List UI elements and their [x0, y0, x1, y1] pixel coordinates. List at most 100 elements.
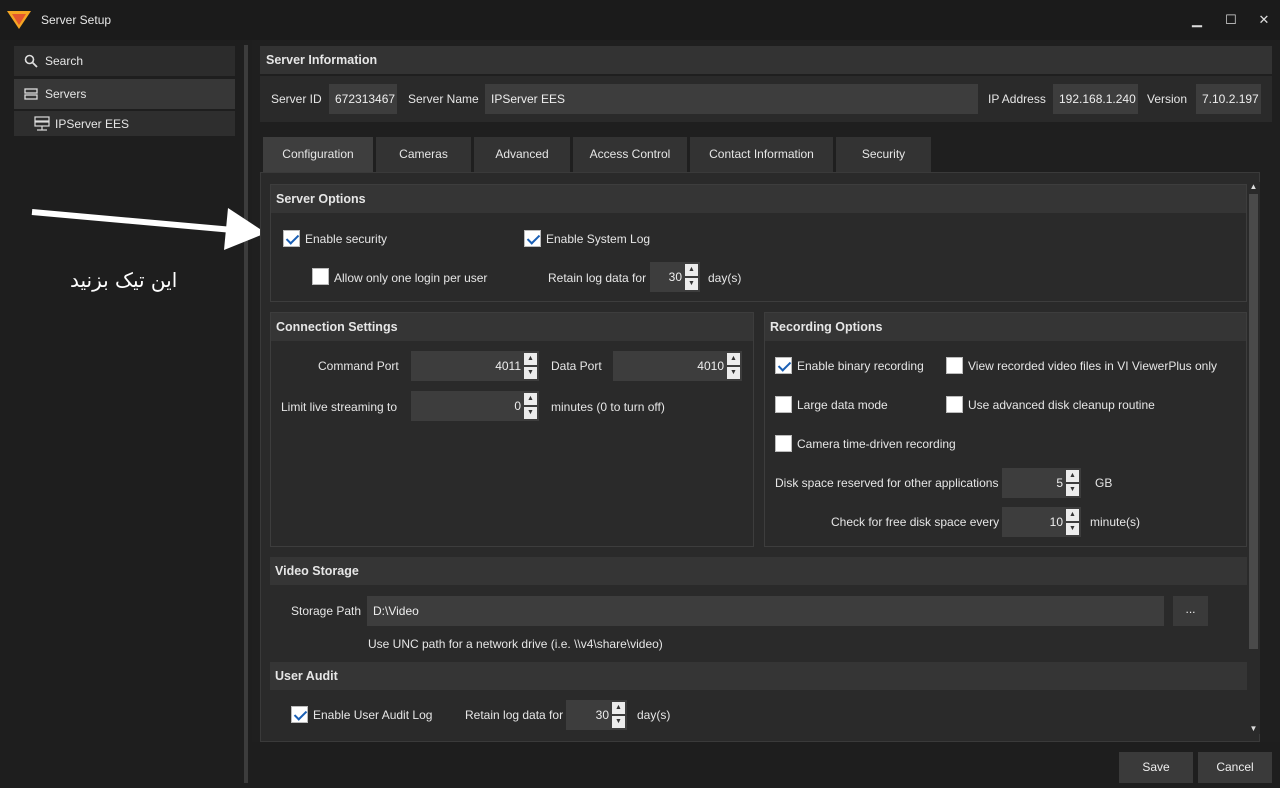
spin-up-icon[interactable]: ▲ — [524, 353, 537, 365]
title-bar: Server Setup ▁ ☐ ✕ — [0, 0, 1280, 40]
storage-path-label: Storage Path — [291, 604, 362, 618]
spin-down-icon[interactable]: ▼ — [727, 367, 740, 379]
audit-retain-stepper[interactable]: 30 ▲ ▼ — [566, 700, 627, 730]
sidebar-scrollbar[interactable] — [244, 45, 248, 783]
binary-recording-checkbox[interactable] — [775, 357, 792, 374]
retain-log-stepper[interactable]: 30 ▲ ▼ — [650, 262, 700, 292]
limit-streaming-label: Limit live streaming to — [281, 400, 398, 414]
sidebar-item-servers[interactable]: Servers — [14, 79, 235, 109]
recording-options-heading: Recording Options — [770, 320, 883, 334]
enable-security-label: Enable security — [305, 232, 388, 246]
server-name-label: Server Name — [408, 92, 479, 106]
enable-system-log-checkbox[interactable] — [524, 230, 541, 247]
enable-system-log-label: Enable System Log — [546, 232, 651, 246]
annotation-arrow-icon — [31, 208, 266, 250]
spin-down-icon[interactable]: ▼ — [1066, 484, 1079, 496]
limit-streaming-unit: minutes (0 to turn off) — [551, 400, 665, 414]
data-port-stepper[interactable]: 4010 ▲ ▼ — [613, 351, 742, 381]
video-storage-heading: Video Storage — [275, 564, 359, 578]
annotation-note: این تیک بزنید — [70, 268, 178, 292]
search-label: Search — [45, 54, 84, 68]
server-id-label: Server ID — [271, 92, 322, 106]
disk-reserved-stepper[interactable]: 5 ▲ ▼ — [1002, 468, 1081, 498]
large-data-checkbox[interactable] — [775, 396, 792, 413]
sidebar-item-label: IPServer EES — [55, 117, 130, 131]
server-info-bar: Server ID 672313467 Server Name IPServer… — [260, 76, 1272, 122]
spin-up-icon[interactable]: ▲ — [1066, 509, 1079, 521]
user-audit-heading: User Audit — [275, 669, 338, 683]
limit-streaming-stepper[interactable]: 0 ▲ ▼ — [411, 391, 539, 421]
version-label: Version — [1147, 92, 1188, 106]
version-field[interactable]: 7.10.2.197 — [1196, 84, 1261, 114]
servers-icon — [24, 88, 38, 100]
enable-security-checkbox[interactable] — [283, 230, 300, 247]
ip-address-label: IP Address — [988, 92, 1046, 106]
app-logo-icon — [7, 11, 31, 29]
server-info-heading: Server Information — [266, 53, 378, 67]
command-port-label: Command Port — [318, 359, 399, 373]
user-audit-group: User Audit Enable User Audit Log Retain … — [270, 662, 1247, 734]
connection-settings-heading: Connection Settings — [276, 320, 398, 334]
disk-reserved-unit: GB — [1095, 476, 1113, 490]
spin-up-icon[interactable]: ▲ — [685, 264, 698, 276]
disk-cleanup-checkbox[interactable] — [946, 396, 963, 413]
content-scrollbar[interactable]: ▲ ▼ — [1247, 182, 1260, 734]
disk-reserved-label: Disk space reserved for other applicatio… — [775, 476, 999, 490]
scroll-up-icon[interactable]: ▲ — [1247, 182, 1260, 192]
retain-log-label: Retain log data for — [548, 271, 647, 285]
spin-down-icon[interactable]: ▼ — [1066, 523, 1079, 535]
time-driven-label: Camera time-driven recording — [797, 437, 956, 451]
one-login-label: Allow only one login per user — [334, 271, 488, 285]
spin-up-icon[interactable]: ▲ — [1066, 470, 1079, 482]
large-data-label: Large data mode — [797, 398, 888, 412]
tab-contact-information[interactable]: Contact Information — [690, 137, 833, 172]
check-free-unit: minute(s) — [1090, 515, 1141, 529]
audit-retain-unit: day(s) — [637, 708, 671, 722]
sidebar-item-ipserver[interactable]: IPServer EES — [14, 111, 235, 136]
server-info-header: Server Information — [260, 46, 1272, 74]
spin-up-icon[interactable]: ▲ — [612, 702, 625, 714]
tab-access-control[interactable]: Access Control — [573, 137, 687, 172]
user-audit-checkbox[interactable] — [291, 706, 308, 723]
one-login-checkbox[interactable] — [312, 268, 329, 285]
sidebar-search[interactable]: Search — [14, 46, 235, 76]
audit-retain-label: Retain log data for — [465, 708, 564, 722]
scroll-down-icon[interactable]: ▼ — [1247, 724, 1260, 734]
spin-up-icon[interactable]: ▲ — [524, 393, 537, 405]
maximize-button[interactable]: ☐ — [1217, 8, 1245, 32]
time-driven-checkbox[interactable] — [775, 435, 792, 452]
spin-up-icon[interactable]: ▲ — [727, 353, 740, 365]
tab-configuration[interactable]: Configuration — [263, 137, 373, 172]
spin-down-icon[interactable]: ▼ — [685, 278, 698, 290]
server-name-field[interactable]: IPServer EES — [485, 84, 978, 114]
viewerplus-label: View recorded video files in VI ViewerPl… — [968, 359, 1218, 373]
server-id-field[interactable]: 672313467 — [329, 84, 397, 114]
connection-settings-group: Connection Settings Command Port 4011 ▲ ▼… — [270, 312, 754, 547]
storage-path-input[interactable]: D:\Video — [367, 596, 1164, 626]
server-options-heading: Server Options — [276, 192, 366, 206]
browse-button[interactable]: ... — [1173, 596, 1208, 626]
minimize-button[interactable]: ▁ — [1183, 8, 1211, 32]
close-button[interactable]: ✕ — [1250, 8, 1278, 32]
tab-cameras[interactable]: Cameras — [376, 137, 471, 172]
ip-address-field[interactable]: 192.168.1.240 — [1053, 84, 1138, 114]
cancel-button[interactable]: Cancel — [1198, 752, 1272, 783]
check-free-stepper[interactable]: 10 ▲ ▼ — [1002, 507, 1081, 537]
spin-down-icon[interactable]: ▼ — [524, 367, 537, 379]
data-port-label: Data Port — [551, 359, 602, 373]
window-title: Server Setup — [41, 13, 112, 27]
disk-cleanup-label: Use advanced disk cleanup routine — [968, 398, 1155, 412]
search-icon — [24, 54, 38, 68]
command-port-stepper[interactable]: 4011 ▲ ▼ — [411, 351, 539, 381]
tab-advanced[interactable]: Advanced — [474, 137, 570, 172]
check-free-label: Check for free disk space every — [831, 515, 1000, 529]
viewerplus-checkbox[interactable] — [946, 357, 963, 374]
save-button[interactable]: Save — [1119, 752, 1193, 783]
tab-security[interactable]: Security — [836, 137, 931, 172]
retain-log-unit: day(s) — [708, 271, 742, 285]
user-audit-label: Enable User Audit Log — [313, 708, 433, 722]
server-icon — [34, 116, 50, 131]
scroll-thumb[interactable] — [1249, 194, 1258, 649]
spin-down-icon[interactable]: ▼ — [524, 407, 537, 419]
spin-down-icon[interactable]: ▼ — [612, 716, 625, 728]
